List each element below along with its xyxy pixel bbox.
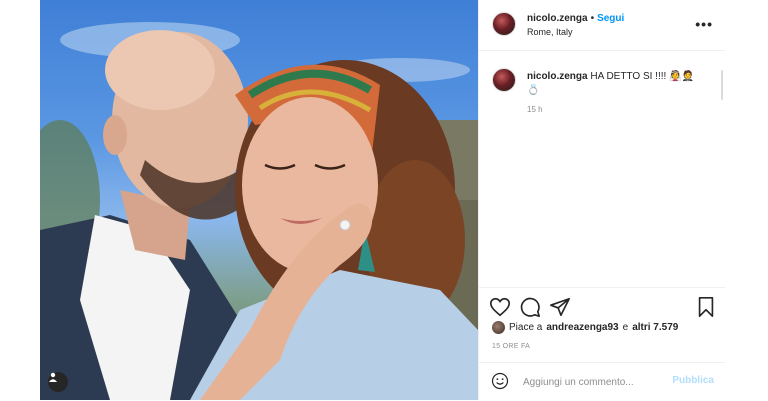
send-icon[interactable] (549, 296, 571, 318)
post-caption: nicolo.zenga HA DETTO SI !!!! 👰🤵 💍 (527, 70, 707, 98)
author-username[interactable]: nicolo.zenga (527, 13, 588, 24)
post-header: nicolo.zenga • Segui Rome, Italy ••• (479, 0, 725, 51)
post-time-ago[interactable]: 15 ORE FA (492, 343, 530, 350)
heart-icon[interactable] (489, 296, 511, 318)
post-photo[interactable] (40, 0, 478, 400)
author-avatar[interactable] (492, 12, 516, 36)
comment-icon[interactable] (519, 296, 541, 318)
header-user-line: nicolo.zenga • Segui (527, 13, 624, 24)
caption-time: 15 h (527, 105, 543, 114)
likes-prefix: Piace a (509, 322, 543, 333)
post-location[interactable]: Rome, Italy (527, 27, 573, 37)
comments-scrollbar[interactable] (721, 70, 723, 100)
user-icon (49, 372, 57, 382)
likes-mid: e (622, 322, 629, 333)
publish-button[interactable]: Pubblica (672, 375, 714, 386)
likes-summary: Piace a andreazenga93 e altri 7.579 (492, 321, 678, 334)
bookmark-icon[interactable] (695, 296, 717, 318)
caption-username[interactable]: nicolo.zenga (527, 71, 588, 82)
couple-photo-illustration (40, 22, 478, 400)
follow-button[interactable]: Segui (597, 13, 624, 24)
liker-username[interactable]: andreazenga93 (546, 322, 618, 333)
likes-others[interactable]: altri 7.579 (632, 322, 678, 333)
post-side-panel: nicolo.zenga • Segui Rome, Italy ••• nic… (478, 0, 725, 400)
comment-bar: Pubblica (479, 362, 725, 401)
more-options-icon[interactable]: ••• (695, 16, 713, 32)
liker-avatar[interactable] (492, 321, 505, 334)
caption-avatar[interactable] (492, 68, 516, 92)
separator-dot: • (590, 13, 595, 24)
comment-input[interactable] (521, 373, 665, 391)
smiley-icon[interactable] (491, 372, 509, 390)
tagged-user-button[interactable] (48, 372, 68, 392)
